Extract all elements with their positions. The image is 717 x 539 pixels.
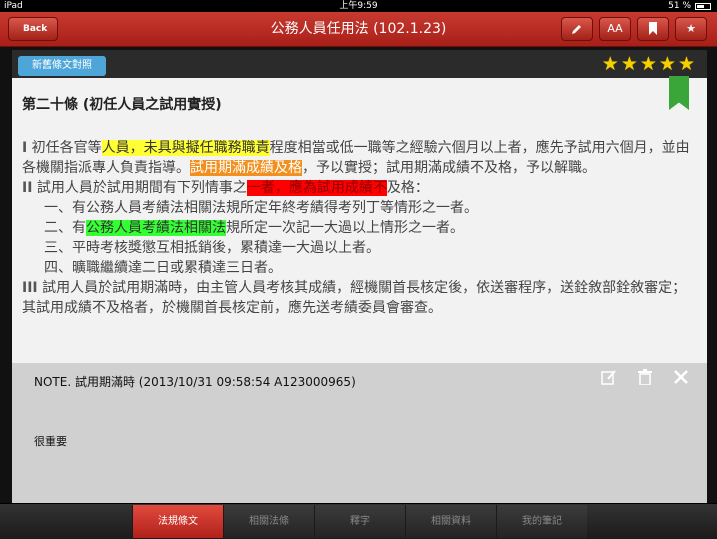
article-body: I 初任各官等人員，未具與擬任職務職責程度相當或低一職等之經驗六個月以上者，應先… [22,138,692,318]
trash-icon[interactable] [635,369,655,389]
tab-law-articles[interactable]: 法規條文 [132,505,223,538]
rating-star-icon[interactable]: ★ [621,52,638,76]
tab-related-articles[interactable]: 相關法條 [223,505,314,538]
font-size-icon[interactable]: AA [599,17,631,41]
bookmark-ribbon-icon[interactable] [669,76,689,110]
paragraph-2: II 試用人員於試用期間有下列情事之一者，應為試用成績不及格： [22,180,429,196]
nav-toolbar: AA ★ [561,17,707,41]
rating-star-icon[interactable]: ★ [602,52,619,76]
close-icon[interactable] [671,369,691,389]
note-body: 很重要 [34,435,67,448]
tab-related-materials[interactable]: 相關資料 [405,505,496,538]
pencil-icon[interactable] [561,17,593,41]
status-bar: iPad 上午9:59 51 % [0,0,717,12]
tab-interpretations[interactable]: 釋字 [314,505,405,538]
rating-star-icon[interactable]: ★ [678,52,695,76]
rating-star-icon[interactable]: ★ [640,52,657,76]
note-header: NOTE. 試用期滿時 (2013/10/31 09:58:54 A123000… [34,375,356,389]
rating-stars[interactable]: ★ ★ ★ ★ ★ [602,52,695,76]
rating-star-icon[interactable]: ★ [659,52,676,76]
article-view: 新舊條文對照 ★ ★ ★ ★ ★ 第二十條 (初任人員之試用實授) I 初任各官… [12,50,707,363]
highlight-green[interactable]: 公務人員考績法相關法 [86,220,226,236]
paragraph-1: I 初任各官等人員，未具與擬任職務職責程度相當或低一職等之經驗六個月以上者，應先… [22,140,690,176]
highlight-red[interactable]: 一者，應為試用成績不 [246,180,387,196]
paragraph-number: II [22,180,33,196]
paragraph-3: III 試用人員於試用期滿時，由主管人員考核其成績，經機關首長核定後，依送審程序… [22,280,687,316]
bottom-tab-bar: 法規條文 相關法條 釋字 相關資料 我的筆記 [0,503,717,539]
note-panel: NOTE. 試用期滿時 (2013/10/31 09:58:54 A123000… [12,363,707,503]
article-toolbar: 新舊條文對照 ★ ★ ★ ★ ★ [12,50,707,78]
list-item: 一、有公務人員考績法相關法規所定年終考績得考列丁等情形之一者。 [44,200,478,216]
status-right: 51 % [668,0,711,12]
list-item: 四、曠職繼續達二日或累積達三日者。 [44,260,282,276]
paragraph-number: III [22,280,38,296]
status-time: 上午9:59 [339,1,378,11]
battery-percent: 51 % [668,1,691,11]
bookmark-icon[interactable] [637,17,669,41]
highlight-orange[interactable]: 試用期滿成績及格 [190,160,302,176]
navigation-bar: Back 公務人員任用法 (102.1.23) AA ★ [0,12,717,47]
list-item: 三、平時考核獎懲互相抵銷後，累積達一大過以上者。 [44,240,380,256]
article-title: 第二十條 (初任人員之試用實授) [22,97,222,113]
star-icon[interactable]: ★ [675,17,707,41]
note-toolbar [599,369,691,389]
highlight-yellow[interactable]: 人員，未具與擬任職務職責 [101,140,270,156]
list-item: 二、有公務人員考績法相關法規所定一次記一大過以上情形之一者。 [44,220,464,236]
edit-icon[interactable] [599,369,619,389]
tab-my-notes[interactable]: 我的筆記 [496,505,587,538]
battery-icon [695,2,711,10]
compare-old-new-button[interactable]: 新舊條文對照 [18,56,106,76]
